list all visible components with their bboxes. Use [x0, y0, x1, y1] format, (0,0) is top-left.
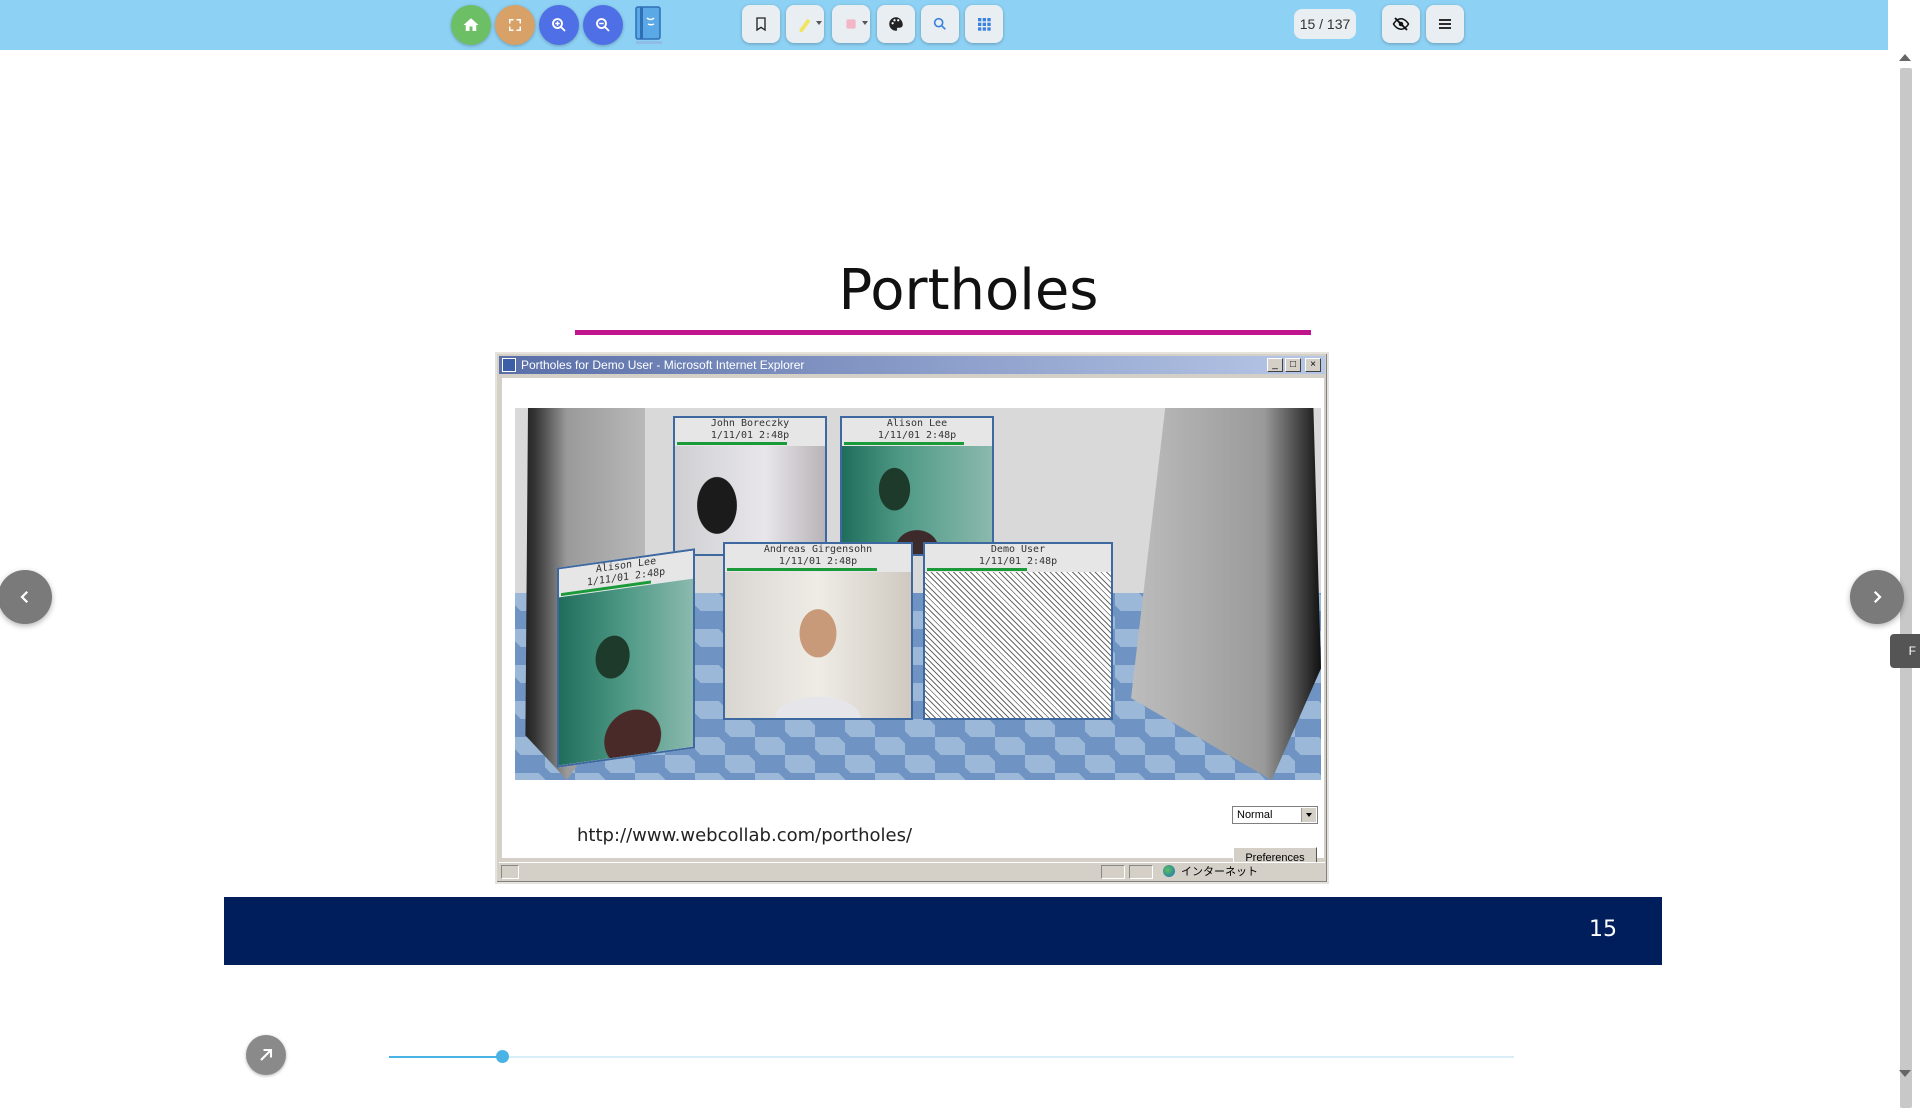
view-mode-value: Normal [1237, 809, 1273, 821]
porthole-user-name: Demo User [990, 544, 1046, 555]
home-icon [463, 18, 479, 31]
ie-window-icon [502, 358, 516, 372]
side-tab[interactable]: F [1890, 634, 1920, 668]
porthole-timestamp: 1/11/01 2:48p [710, 430, 790, 441]
video-frame [559, 578, 693, 766]
search-button[interactable] [921, 5, 959, 43]
progress-fill [389, 1056, 502, 1058]
fullscreen-icon [509, 19, 521, 31]
porthole-timestamp: 1/11/01 2:48p [978, 556, 1058, 567]
menu-button[interactable] [1426, 5, 1464, 43]
security-zone: インターネット [1163, 864, 1258, 880]
video-frame [725, 572, 911, 718]
porthole-timestamp: 1/11/01 2:48p [778, 556, 858, 567]
screenshot-ie-window: Portholes for Demo User - Microsoft Inte… [495, 352, 1329, 884]
previous-page-button[interactable] [0, 570, 52, 624]
home-button[interactable] [451, 5, 491, 45]
minimize-icon: _ [1267, 358, 1283, 372]
zoom-out-button[interactable] [583, 5, 623, 45]
portholes-3d-room: John Boreczky 1/11/01 2:48p Alison Lee 1/1… [515, 408, 1321, 780]
highlighter-icon [799, 18, 811, 32]
status-cell [1101, 865, 1125, 879]
porthole-tile: Alison Lee 1/11/01 2:48p [840, 416, 994, 556]
view-mode-select: Normal [1232, 806, 1318, 824]
video-frame [842, 446, 992, 554]
globe-icon [1163, 865, 1175, 877]
eraser-icon [846, 19, 856, 29]
page-progress-slider[interactable] [389, 1050, 1514, 1063]
menu-icon [1439, 19, 1451, 29]
eraser-dropdown-icon[interactable] [862, 21, 868, 25]
ie-window-title: Portholes for Demo User - Microsoft Inte… [521, 358, 805, 372]
grid-view-button[interactable] [965, 5, 1003, 43]
ie-status-bar: インターネット [499, 862, 1325, 881]
chevron-down-icon [1301, 808, 1316, 822]
porthole-tile: Demo User 1/11/01 2:48p [923, 542, 1113, 720]
scroll-down-icon[interactable] [1899, 1070, 1911, 1077]
highlighter-button[interactable] [786, 5, 824, 43]
security-zone-label: インターネット [1181, 866, 1258, 878]
porthole-timestamp: 1/11/01 2:48p [877, 430, 957, 441]
porthole-user-name: John Boreczky [710, 418, 790, 429]
book-logo-icon[interactable] [632, 4, 666, 46]
zoom-in-button[interactable] [539, 5, 579, 45]
top-toolbar: 15 / 137 [0, 0, 1888, 50]
slide-title: Portholes [838, 258, 1099, 323]
highlighter-dropdown-icon[interactable] [816, 21, 822, 25]
video-frame [675, 446, 825, 554]
hide-toolbar-button[interactable] [1382, 5, 1420, 43]
ie-content-area: John Boreczky 1/11/01 2:48p Alison Lee 1/1… [502, 378, 1324, 869]
zoom-out-icon [596, 18, 610, 32]
slide-number: 15 [1589, 917, 1617, 942]
vertical-scrollbar[interactable] [1888, 50, 1920, 1108]
zoom-in-icon [552, 18, 566, 32]
porthole-tile: Alison Lee 1/11/01 2:48p [557, 548, 695, 768]
bookmark-button[interactable] [742, 5, 780, 43]
bookmark-icon [756, 17, 766, 32]
palette-button[interactable] [877, 5, 915, 43]
maximize-icon: □ [1285, 358, 1301, 372]
title-underline [575, 330, 1311, 335]
page-status-icon [501, 865, 519, 879]
scroll-up-icon[interactable] [1899, 54, 1911, 61]
status-cell [1129, 865, 1153, 879]
slide-footer-band: 15 [224, 897, 1662, 965]
share-button[interactable] [246, 1035, 286, 1075]
grid-icon [978, 18, 991, 31]
search-icon [933, 17, 946, 30]
arrow-up-right-icon [260, 1048, 273, 1061]
chevron-left-icon [20, 590, 29, 604]
palette-icon [889, 17, 903, 31]
progress-knob[interactable] [495, 1050, 509, 1063]
porthole-user-name: Alison Lee [886, 418, 948, 429]
porthole-tile: John Boreczky 1/11/01 2:48p [673, 416, 827, 556]
slide-url-caption: http://www.webcollab.com/portholes/ [577, 825, 913, 846]
fullscreen-button[interactable] [495, 5, 535, 45]
chevron-right-icon [1873, 590, 1882, 604]
close-icon: × [1305, 358, 1321, 372]
eraser-button[interactable] [832, 5, 870, 43]
porthole-user-name: Andreas Girgensohn [763, 544, 873, 555]
eye-off-icon [1392, 17, 1410, 31]
porthole-tile: Andreas Girgensohn 1/11/01 2:48p [723, 542, 913, 720]
page-indicator[interactable]: 15 / 137 [1294, 9, 1356, 39]
next-page-button[interactable] [1850, 570, 1904, 624]
video-frame [925, 572, 1111, 718]
ie-titlebar: Portholes for Demo User - Microsoft Inte… [499, 356, 1325, 374]
